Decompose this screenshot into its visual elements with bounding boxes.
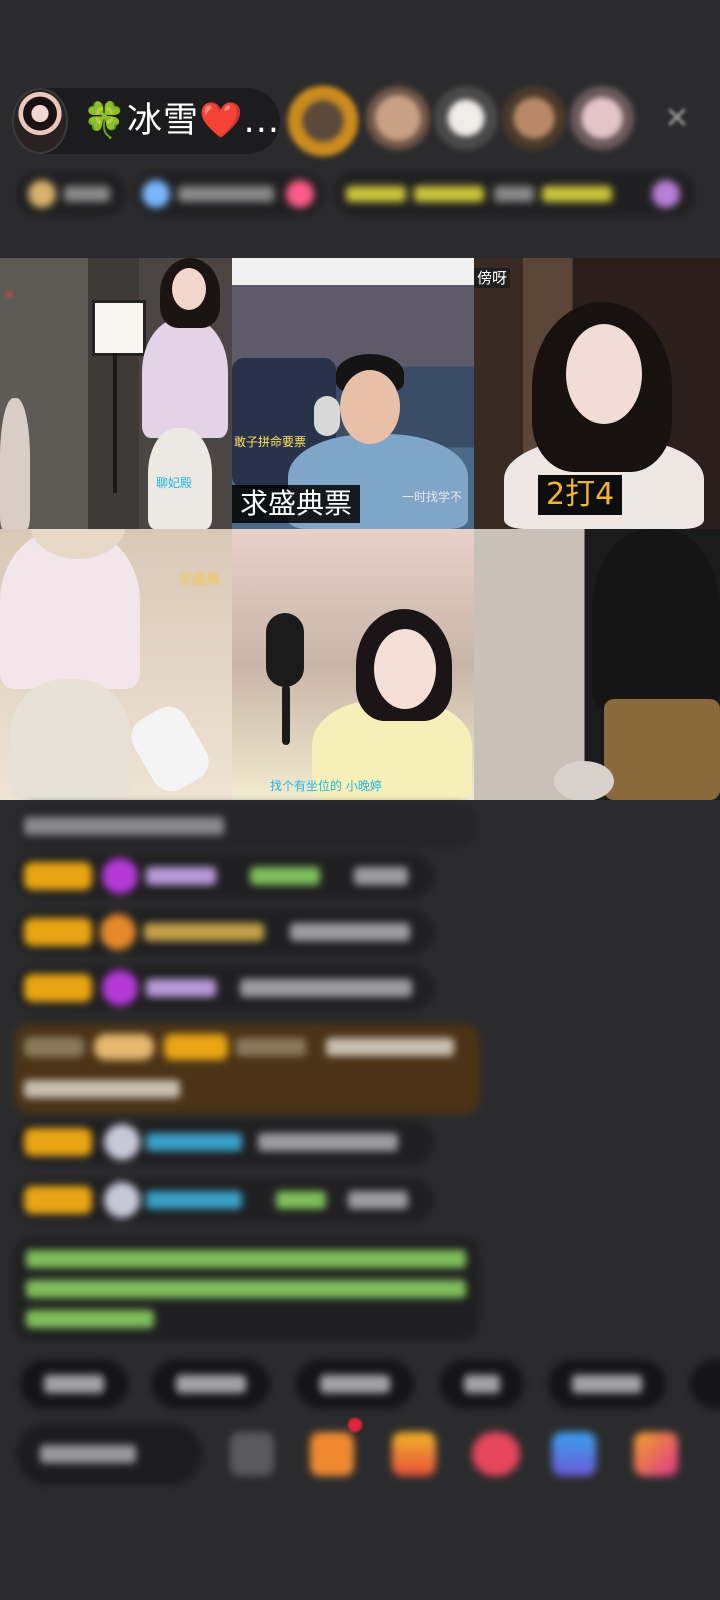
close-icon[interactable]: ✕ [662, 104, 692, 134]
video-tile-3[interactable]: 傍呀 2打4 [474, 258, 720, 529]
pk-icon[interactable] [472, 1432, 520, 1476]
viewer-avatar[interactable] [570, 86, 634, 150]
quick-reply-chip[interactable] [296, 1360, 414, 1408]
tile-subtitle: 聊妃殿 [156, 476, 193, 490]
video-grid: ✦ 聊妃殿 敢子拼命要票 求盛典票 一时找学不 傍呀 2打4 求盛典 找个有坐位… [0, 258, 720, 800]
viewer-avatar[interactable] [502, 86, 566, 150]
video-tile-2[interactable]: 敢子拼命要票 求盛典票 一时找学不 [232, 258, 474, 529]
viewer-avatar[interactable] [434, 86, 498, 150]
viewer-avatar[interactable] [288, 86, 358, 156]
quick-reply-chip[interactable] [440, 1360, 524, 1408]
chat-message[interactable] [14, 1120, 434, 1164]
host-avatar[interactable] [12, 88, 69, 154]
system-notice [14, 1238, 480, 1340]
host-info-pill[interactable]: 🍀冰雪❤️... [12, 88, 280, 154]
emoji-icon[interactable] [230, 1432, 274, 1476]
room-stat-chip[interactable] [16, 172, 126, 216]
quick-reply-chip[interactable] [548, 1360, 666, 1408]
quick-reply-chip[interactable] [20, 1360, 128, 1408]
quick-reply-chip[interactable] [152, 1360, 270, 1408]
ring-light [92, 300, 146, 356]
chat-message[interactable] [14, 1178, 434, 1222]
microphone [314, 396, 340, 436]
chat-message[interactable] [14, 966, 434, 1010]
more-icon[interactable] [634, 1432, 678, 1476]
chat-message[interactable] [14, 910, 434, 954]
video-tile-1[interactable]: ✦ 聊妃殿 [0, 258, 232, 529]
notification-dot [348, 1418, 362, 1432]
tile-subtitle: 求盛典 [178, 572, 220, 588]
share-icon[interactable] [552, 1432, 596, 1476]
quick-reply-chip[interactable] [690, 1360, 720, 1408]
gift-box-icon[interactable] [310, 1432, 354, 1476]
chat-message[interactable] [14, 804, 480, 848]
chat-message[interactable] [14, 854, 434, 898]
tile-caption: 求盛典票 [232, 485, 361, 523]
video-tile-4[interactable]: 求盛典 [0, 529, 232, 800]
activity-chip[interactable] [334, 172, 696, 216]
hot-rank-chip[interactable] [134, 172, 324, 216]
viewer-avatar[interactable] [366, 86, 430, 150]
treasure-icon[interactable] [392, 1432, 436, 1476]
corner-tag: 傍呀 [474, 268, 511, 288]
video-tile-5[interactable]: 找个有坐位的 小晚婷 [232, 529, 474, 800]
tile-subtitle: 找个有坐位的 小晚婷 [270, 779, 382, 793]
chat-input[interactable] [16, 1424, 202, 1484]
pk-score-label: 2打4 [538, 475, 623, 515]
host-name: 🍀冰雪❤️... [82, 101, 280, 141]
video-tile-6[interactable] [474, 529, 720, 800]
microphone [266, 613, 304, 687]
room-info-bar [16, 172, 696, 216]
gift-message[interactable] [14, 1024, 480, 1114]
